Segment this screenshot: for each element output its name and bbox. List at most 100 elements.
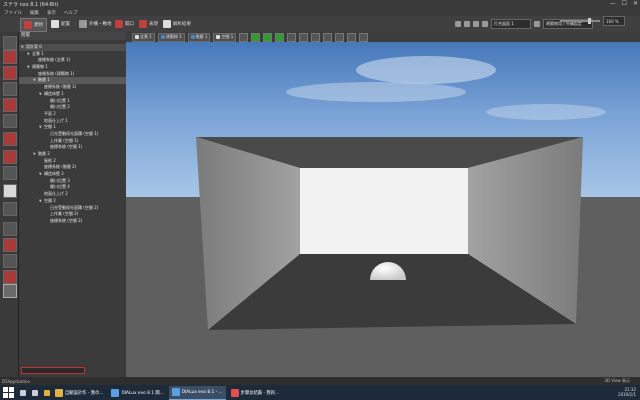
view-mode-icon[interactable] [239, 32, 249, 42]
import-tool-icon[interactable] [3, 36, 17, 50]
maximize-button[interactable]: ☐ [622, 0, 627, 7]
task-view-icon[interactable] [32, 389, 38, 396]
tree-item[interactable]: 地面仕上げ 2 [19, 191, 126, 198]
tree-item[interactable]: 開口位置 2 [19, 104, 126, 111]
menu-view[interactable]: 表示 [47, 10, 56, 16]
tree-item-label: 開口位置 1 [50, 97, 70, 103]
light-tool-icon[interactable] [3, 270, 17, 284]
zoom-slider[interactable] [560, 18, 600, 24]
shade-view-icon[interactable] [275, 32, 285, 42]
window-title: ステラ nxx 8.1 (64-Bit) [3, 2, 59, 8]
level-label: 階層 1 [195, 34, 208, 39]
panel-search-input[interactable] [21, 367, 85, 374]
column-tool-icon[interactable] [3, 166, 17, 180]
scene-label: 全景 1 [140, 34, 152, 39]
section-view-icon[interactable] [299, 32, 309, 42]
tree-item[interactable]: ▼ 全景 1 [19, 51, 126, 58]
menu-file[interactable]: ファイル [4, 10, 22, 16]
copy-icon[interactable] [473, 21, 479, 27]
tree-item[interactable]: ▼ 階層 2 [19, 151, 126, 158]
tree-item[interactable]: 日光受動採光面積 (空間 1) [19, 131, 126, 138]
stairs-tool-icon[interactable] [3, 202, 17, 216]
tree-item[interactable]: ▼ 空間 1 [19, 124, 126, 131]
tree-item-label: 座標系統 (階層 1) [44, 84, 77, 90]
tree-item[interactable]: 開口位置 1 [19, 98, 126, 105]
windows-start-icon[interactable] [2, 387, 14, 399]
undo-icon[interactable] [455, 21, 461, 27]
zoom-area: 100 % [560, 16, 625, 26]
ceiling-tool-icon[interactable] [3, 184, 17, 198]
camera-icon[interactable] [347, 32, 357, 42]
menu-edit[interactable]: 編集 [30, 10, 39, 16]
menu-help[interactable]: ヘルプ [64, 10, 78, 16]
cloud [356, 56, 496, 84]
hierarchy-tree: ▼ 設計案 0 ▼ 全景 1 座標系統 (全景 1) ▼ 建築物 1 座標系統 (建築物 1)… [19, 44, 126, 225]
level-selector[interactable]: 階層 1 [187, 32, 211, 42]
solid-view-icon[interactable] [251, 32, 261, 42]
tree-item[interactable]: 上作業 (空間 2) [19, 211, 126, 218]
tab-building[interactable]: 建物 [20, 18, 47, 32]
window-controls: — ☐ ✕ [610, 0, 638, 7]
minimize-button[interactable]: — [610, 0, 616, 7]
taskbar-item-2[interactable]: DIALux evo 8.1 関... [108, 386, 166, 399]
snap-icon[interactable] [311, 32, 321, 42]
grid-icon[interactable] [335, 32, 345, 42]
more-tool-icon[interactable] [3, 284, 17, 298]
document-icon [230, 388, 239, 397]
window-tool-icon[interactable] [3, 132, 17, 146]
tree-item-label: 地面仕上げ 1 [44, 117, 68, 123]
3d-viewport[interactable] [126, 32, 640, 377]
tree-item[interactable]: ▼ 建築物 1 [19, 64, 126, 71]
tree-item[interactable]: 地面仕上げ 1 [19, 118, 126, 125]
tab-opening[interactable]: 開口 [112, 18, 137, 30]
system-tray[interactable]: 21:32 2019/2/1 [618, 387, 636, 397]
tree-item[interactable]: 座標系統 (空間 2) [19, 218, 126, 225]
tab-place[interactable]: 配置 [48, 18, 73, 30]
explorer-icon[interactable] [44, 389, 50, 396]
tree-item[interactable]: 開口位置 3 [19, 178, 126, 185]
building-selector[interactable]: 建築物 1 [157, 32, 185, 42]
floor-tool-icon[interactable] [3, 82, 17, 96]
search-icon[interactable] [20, 389, 26, 396]
tree-item[interactable]: 座標系統 (階層 2) [19, 164, 126, 171]
furniture-tool-icon[interactable] [3, 238, 17, 252]
scene-selector[interactable]: 全景 1 [132, 32, 155, 42]
taskbar-item-1[interactable]: 自動設計作 - 我の... [52, 386, 106, 399]
plan-view-icon[interactable] [287, 32, 297, 42]
door-tool-icon[interactable] [3, 114, 17, 128]
tree-item[interactable]: ▼ 空間 2 [19, 198, 126, 205]
tree-item-label: 開口位置 3 [50, 177, 70, 183]
tree-item[interactable]: 平面 2 [19, 111, 126, 118]
taskbar-item-3[interactable]: DIALux evo 8.1 - ... [168, 385, 226, 400]
tree-item[interactable]: ▼ 構造体壁 1 [19, 91, 126, 98]
beam-tool-icon[interactable] [3, 222, 17, 236]
tree-item[interactable]: ▼ 設計案 0 [19, 44, 126, 51]
tree-item[interactable]: 座標系統 (建築物 1) [19, 71, 126, 78]
place-icon [51, 20, 59, 28]
space-selector[interactable]: 空間 1 [213, 32, 237, 42]
redo-icon[interactable] [464, 21, 470, 27]
taskbar-item-4[interactable]: 步骤总结篇 - 我的... [228, 386, 282, 399]
cutout-tool-icon[interactable] [3, 150, 17, 164]
tree-item-label: 上作業 (空間 1) [50, 137, 79, 143]
tree-item-label: 階層 2 [38, 151, 50, 156]
tree-item[interactable]: 座標系統 (階層 1) [19, 84, 126, 91]
wire-view-icon[interactable] [263, 32, 273, 42]
tree-item[interactable]: 座標系統 (空間 1) [19, 144, 126, 151]
paste-icon[interactable] [482, 21, 488, 27]
tree-item[interactable]: ▼ 構造体壁 2 [19, 171, 126, 178]
fit-view-icon[interactable] [323, 32, 333, 42]
space-tool-icon[interactable] [3, 254, 17, 268]
tab-site[interactable]: 外構・敷地 [76, 18, 115, 30]
zoom-value[interactable]: 100 % [603, 16, 625, 26]
settings-icon[interactable] [534, 21, 540, 27]
wall-tool-icon[interactable] [3, 50, 17, 64]
tab-render[interactable]: 表現 [136, 18, 161, 30]
tab-result[interactable]: 解析結果 [160, 18, 194, 30]
measure-icon[interactable] [359, 32, 369, 42]
roof-tool-icon[interactable] [3, 98, 17, 112]
drawing-dropdown[interactable]: 打合図面 1 [491, 19, 531, 29]
room-tool-icon[interactable] [3, 66, 17, 80]
close-button[interactable]: ✕ [633, 0, 638, 7]
tree-item[interactable]: 開口位置 4 [19, 184, 126, 191]
